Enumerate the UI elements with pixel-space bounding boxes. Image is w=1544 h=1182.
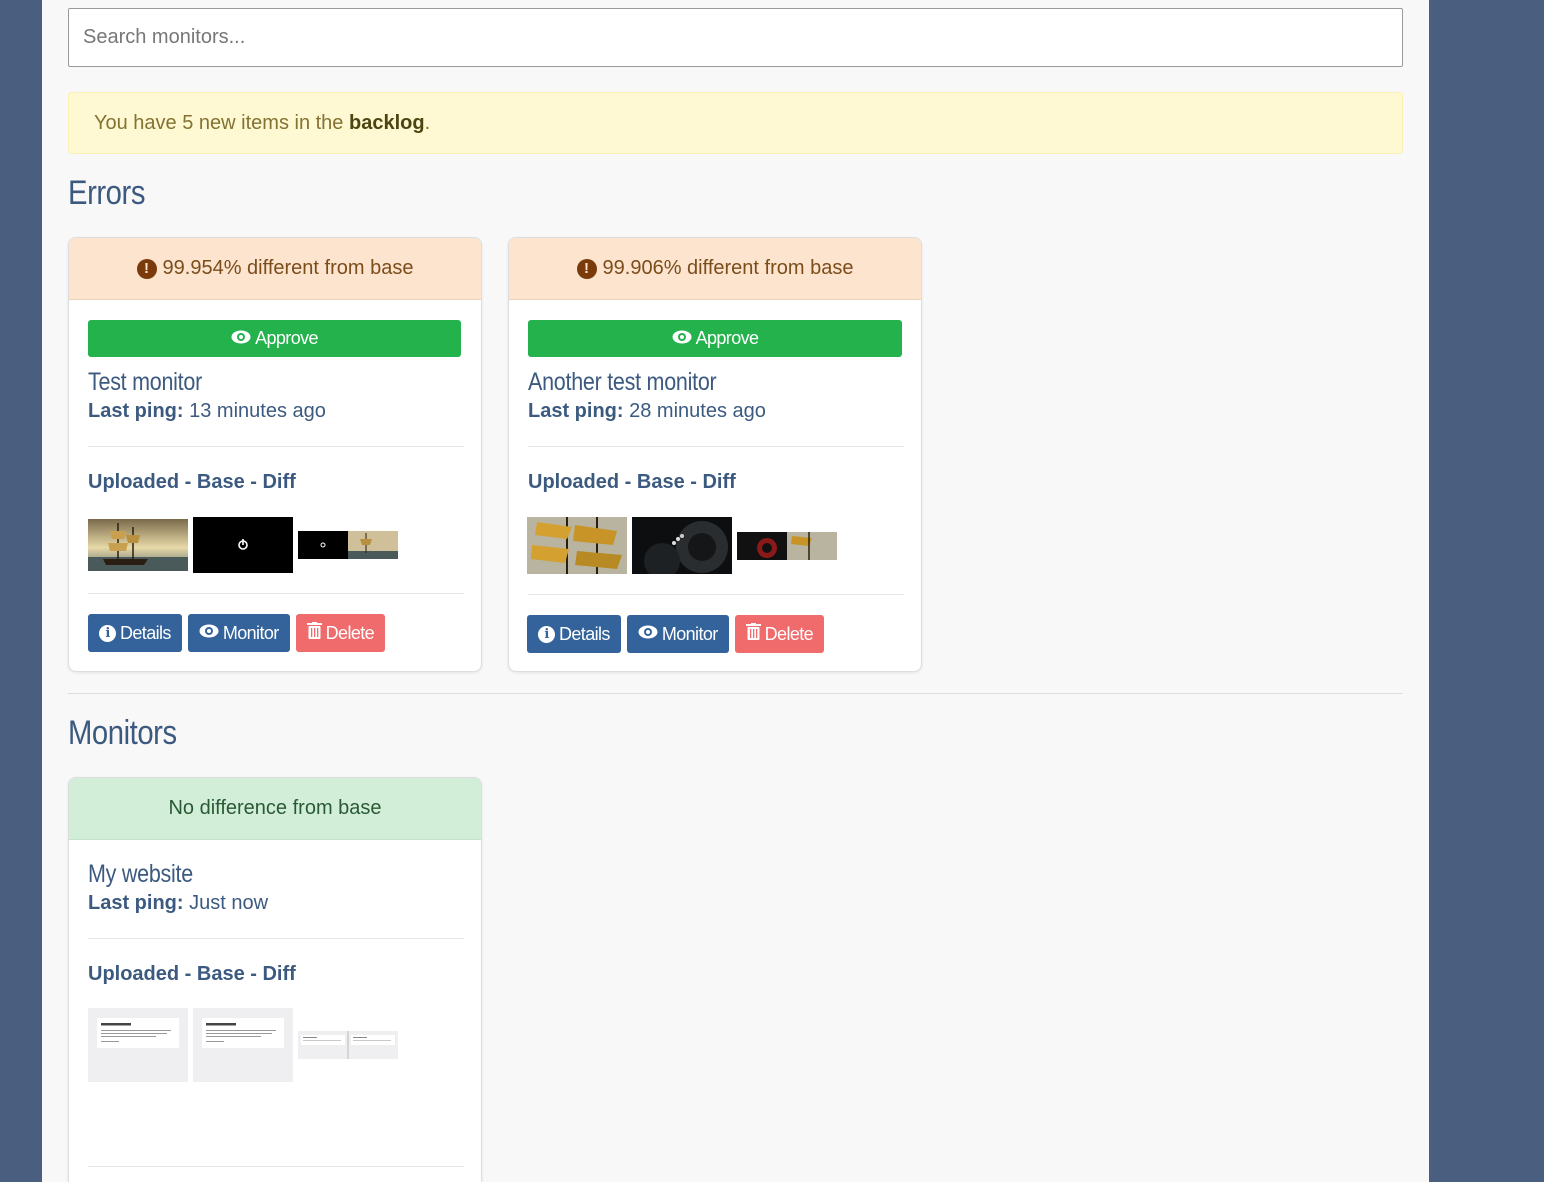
diff-thumbnail[interactable]: [298, 1031, 398, 1059]
monitor-button[interactable]: Monitor: [626, 615, 729, 653]
image-thumbnails: [88, 517, 398, 573]
monitor-card: No difference from base My website Last …: [68, 777, 482, 1182]
monitor-button[interactable]: Monitor: [187, 614, 290, 652]
last-ping: Last ping: Just now: [88, 892, 269, 914]
images-label: Uploaded - Base - Diff: [88, 963, 296, 985]
search-input[interactable]: [68, 8, 1403, 67]
image-thumbnails: [88, 1008, 398, 1082]
monitor-name: My website: [88, 860, 193, 888]
divider: [88, 446, 464, 447]
last-ping: Last ping: 28 minutes ago: [528, 400, 766, 422]
delete-button[interactable]: Delete: [295, 614, 386, 652]
card-status-header: No difference from base: [69, 778, 481, 840]
eye-icon: [231, 329, 251, 349]
monitor-name: Test monitor: [88, 368, 203, 396]
details-button[interactable]: i Details: [88, 614, 182, 652]
images-label: Uploaded - Base - Diff: [528, 471, 736, 493]
error-card: ! 99.954% different from base Approve Te…: [68, 237, 482, 672]
eye-icon: [199, 623, 219, 643]
exclamation-circle-icon: !: [576, 258, 597, 279]
divider: [88, 1166, 464, 1167]
trash-icon: [306, 622, 322, 644]
card-status-header: ! 99.906% different from base: [509, 238, 921, 300]
approve-button[interactable]: Approve: [88, 320, 461, 357]
trash-icon: [745, 623, 761, 645]
divider: [88, 593, 464, 594]
eye-icon: [672, 329, 692, 349]
backlog-alert: You have 5 new items in the backlog.: [68, 92, 1403, 154]
card-actions: i Details Monitor Delete: [527, 615, 825, 653]
diff-thumbnail[interactable]: [298, 531, 398, 559]
diff-thumbnail[interactable]: [737, 531, 837, 560]
section-divider: [68, 693, 1403, 694]
info-icon: i: [538, 625, 555, 643]
details-button[interactable]: i Details: [527, 615, 621, 653]
divider: [528, 446, 904, 447]
delete-button[interactable]: Delete: [734, 615, 825, 653]
approve-button[interactable]: Approve: [528, 320, 902, 357]
page-container: You have 5 new items in the backlog. Err…: [42, 0, 1429, 1182]
divider: [528, 594, 904, 595]
images-label: Uploaded - Base - Diff: [88, 471, 296, 493]
alert-text: You have 5 new items in the: [94, 112, 349, 134]
backlog-link[interactable]: backlog: [349, 112, 425, 134]
info-icon: i: [99, 624, 116, 642]
card-actions: i Details Monitor Delete: [88, 614, 386, 652]
exclamation-circle-icon: !: [136, 258, 157, 279]
monitors-heading: Monitors: [68, 714, 177, 752]
monitor-name: Another test monitor: [528, 368, 717, 396]
uploaded-thumbnail[interactable]: [88, 519, 188, 571]
base-thumbnail[interactable]: [193, 517, 293, 573]
status-text: 99.906% different from base: [602, 257, 854, 279]
base-thumbnail[interactable]: [632, 517, 732, 574]
uploaded-thumbnail[interactable]: [527, 517, 627, 574]
image-thumbnails: [527, 517, 837, 574]
base-thumbnail[interactable]: [193, 1008, 293, 1082]
alert-suffix: .: [424, 112, 431, 134]
error-card: ! 99.906% different from base Approve An…: [508, 237, 922, 672]
status-text: 99.954% different from base: [162, 257, 414, 279]
uploaded-thumbnail[interactable]: [88, 1008, 188, 1082]
card-status-header: ! 99.954% different from base: [69, 238, 481, 300]
status-text: No difference from base: [168, 797, 382, 819]
divider: [88, 938, 464, 939]
eye-icon: [638, 624, 658, 644]
last-ping: Last ping: 13 minutes ago: [88, 400, 326, 422]
errors-heading: Errors: [68, 174, 146, 212]
